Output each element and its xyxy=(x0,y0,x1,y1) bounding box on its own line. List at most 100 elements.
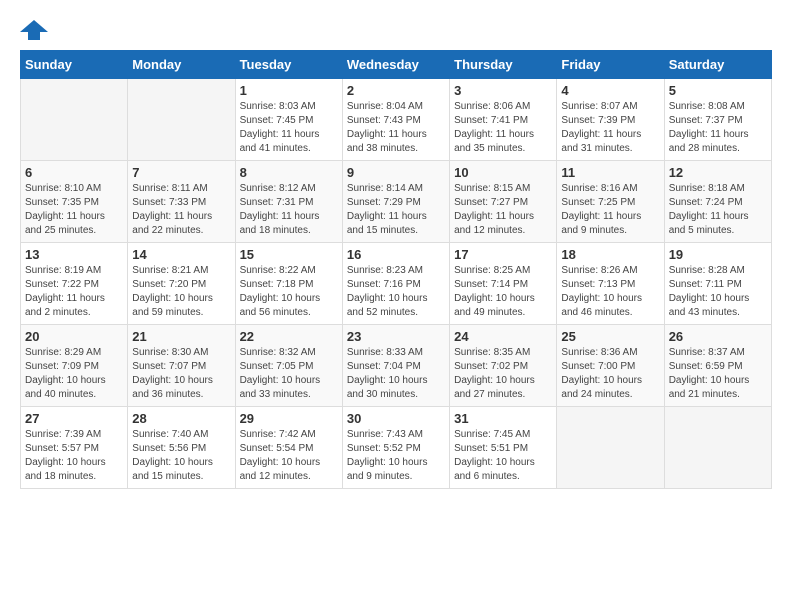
day-number: 2 xyxy=(347,83,445,98)
calendar-cell: 23Sunrise: 8:33 AM Sunset: 7:04 PM Dayli… xyxy=(342,325,449,407)
day-info: Sunrise: 7:40 AM Sunset: 5:56 PM Dayligh… xyxy=(132,428,230,484)
calendar-cell: 10 Sunrise: 8:15 AM Sunset: 7:27 PM Dayli… xyxy=(450,161,557,243)
day-number: 11 xyxy=(561,165,659,180)
calendar-cell: 27Sunrise: 7:39 AM Sunset: 5:57 PM Dayli… xyxy=(21,407,128,489)
calendar-cell: 25Sunrise: 8:36 AM Sunset: 7:00 PM Dayli… xyxy=(557,325,664,407)
calendar-week-row: 20 Sunrise: 8:29 AM Sunset: 7:09 PM Dayli… xyxy=(21,325,772,407)
calendar-cell: 22Sunrise: 8:32 AM Sunset: 7:05 PM Dayli… xyxy=(235,325,342,407)
day-number: 31 xyxy=(454,411,552,426)
calendar-cell: 8Sunrise: 8:12 AM Sunset: 7:31 PM Daylig… xyxy=(235,161,342,243)
weekday-header: Monday xyxy=(128,51,235,79)
day-info: Sunrise: 8:12 AM Sunset: 7:31 PM Dayligh… xyxy=(240,182,338,238)
day-number: 25 xyxy=(561,329,659,344)
day-info: Sunrise: 8:08 AM Sunset: 7:37 PM Dayligh… xyxy=(669,100,767,156)
weekday-header: Thursday xyxy=(450,51,557,79)
day-number: 4 xyxy=(561,83,659,98)
day-number: 13 xyxy=(25,247,123,262)
day-info: Sunrise: 7:45 AM Sunset: 5:51 PM Dayligh… xyxy=(454,428,552,484)
calendar-cell: 19 Sunrise: 8:28 AM Sunset: 7:11 PM Dayli… xyxy=(664,243,771,325)
day-info: Sunrise: 8:28 AM Sunset: 7:11 PM Dayligh… xyxy=(669,264,767,320)
calendar-cell: 11 Sunrise: 8:16 AM Sunset: 7:25 PM Dayli… xyxy=(557,161,664,243)
day-info: Sunrise: 8:37 AM Sunset: 6:59 PM Dayligh… xyxy=(669,346,767,402)
calendar-cell: 29 Sunrise: 7:42 AM Sunset: 5:54 PM Dayli… xyxy=(235,407,342,489)
calendar-cell: 18Sunrise: 8:26 AM Sunset: 7:13 PM Dayli… xyxy=(557,243,664,325)
day-number: 19 xyxy=(669,247,767,262)
calendar-cell: 9Sunrise: 8:14 AM Sunset: 7:29 PM Daylig… xyxy=(342,161,449,243)
day-info: Sunrise: 8:11 AM Sunset: 7:33 PM Dayligh… xyxy=(132,182,230,238)
calendar-cell xyxy=(557,407,664,489)
day-info: Sunrise: 8:29 AM Sunset: 7:09 PM Dayligh… xyxy=(25,346,123,402)
calendar-cell xyxy=(128,79,235,161)
calendar-cell: 15Sunrise: 8:22 AM Sunset: 7:18 PM Dayli… xyxy=(235,243,342,325)
calendar-table: SundayMondayTuesdayWednesdayThursdayFrid… xyxy=(20,50,772,489)
weekday-header: Tuesday xyxy=(235,51,342,79)
calendar-cell: 13 Sunrise: 8:19 AM Sunset: 7:22 PM Dayli… xyxy=(21,243,128,325)
calendar-cell: 28 Sunrise: 7:40 AM Sunset: 5:56 PM Dayli… xyxy=(128,407,235,489)
day-number: 17 xyxy=(454,247,552,262)
calendar-cell: 24 Sunrise: 8:35 AM Sunset: 7:02 PM Dayli… xyxy=(450,325,557,407)
day-number: 10 xyxy=(454,165,552,180)
day-info: Sunrise: 7:43 AM Sunset: 5:52 PM Dayligh… xyxy=(347,428,445,484)
logo xyxy=(20,20,52,40)
calendar-cell: 31 Sunrise: 7:45 AM Sunset: 5:51 PM Dayli… xyxy=(450,407,557,489)
calendar-week-row: 6 Sunrise: 8:10 AM Sunset: 7:35 PM Daylig… xyxy=(21,161,772,243)
day-info: Sunrise: 8:07 AM Sunset: 7:39 PM Dayligh… xyxy=(561,100,659,156)
day-number: 30 xyxy=(347,411,445,426)
day-number: 28 xyxy=(132,411,230,426)
day-number: 15 xyxy=(240,247,338,262)
calendar-cell xyxy=(664,407,771,489)
calendar-cell: 4 Sunrise: 8:07 AM Sunset: 7:39 PM Daylig… xyxy=(557,79,664,161)
calendar-cell xyxy=(21,79,128,161)
calendar-cell: 12 Sunrise: 8:18 AM Sunset: 7:24 PM Dayli… xyxy=(664,161,771,243)
day-info: Sunrise: 8:16 AM Sunset: 7:25 PM Dayligh… xyxy=(561,182,659,238)
calendar-cell: 5 Sunrise: 8:08 AM Sunset: 7:37 PM Daylig… xyxy=(664,79,771,161)
day-number: 26 xyxy=(669,329,767,344)
calendar-cell: 3 Sunrise: 8:06 AM Sunset: 7:41 PM Daylig… xyxy=(450,79,557,161)
day-info: Sunrise: 8:15 AM Sunset: 7:27 PM Dayligh… xyxy=(454,182,552,238)
day-number: 6 xyxy=(25,165,123,180)
day-info: Sunrise: 8:25 AM Sunset: 7:14 PM Dayligh… xyxy=(454,264,552,320)
calendar-cell: 17 Sunrise: 8:25 AM Sunset: 7:14 PM Dayli… xyxy=(450,243,557,325)
day-info: Sunrise: 7:42 AM Sunset: 5:54 PM Dayligh… xyxy=(240,428,338,484)
day-info: Sunrise: 8:19 AM Sunset: 7:22 PM Dayligh… xyxy=(25,264,123,320)
day-info: Sunrise: 8:10 AM Sunset: 7:35 PM Dayligh… xyxy=(25,182,123,238)
calendar-week-row: 13 Sunrise: 8:19 AM Sunset: 7:22 PM Dayli… xyxy=(21,243,772,325)
day-number: 29 xyxy=(240,411,338,426)
calendar-cell: 21Sunrise: 8:30 AM Sunset: 7:07 PM Dayli… xyxy=(128,325,235,407)
day-number: 21 xyxy=(132,329,230,344)
logo-icon xyxy=(20,20,48,40)
day-info: Sunrise: 8:06 AM Sunset: 7:41 PM Dayligh… xyxy=(454,100,552,156)
calendar-cell: 2 Sunrise: 8:04 AM Sunset: 7:43 PM Daylig… xyxy=(342,79,449,161)
day-number: 24 xyxy=(454,329,552,344)
day-info: Sunrise: 8:14 AM Sunset: 7:29 PM Dayligh… xyxy=(347,182,445,238)
calendar-cell: 16Sunrise: 8:23 AM Sunset: 7:16 PM Dayli… xyxy=(342,243,449,325)
day-number: 7 xyxy=(132,165,230,180)
day-info: Sunrise: 8:33 AM Sunset: 7:04 PM Dayligh… xyxy=(347,346,445,402)
weekday-header: Friday xyxy=(557,51,664,79)
day-number: 3 xyxy=(454,83,552,98)
calendar-cell: 14 Sunrise: 8:21 AM Sunset: 7:20 PM Dayli… xyxy=(128,243,235,325)
weekday-header: Sunday xyxy=(21,51,128,79)
day-number: 12 xyxy=(669,165,767,180)
day-info: Sunrise: 8:18 AM Sunset: 7:24 PM Dayligh… xyxy=(669,182,767,238)
page-header xyxy=(20,20,772,40)
calendar-cell: 1 Sunrise: 8:03 AM Sunset: 7:45 PM Daylig… xyxy=(235,79,342,161)
weekday-header: Saturday xyxy=(664,51,771,79)
day-info: Sunrise: 8:35 AM Sunset: 7:02 PM Dayligh… xyxy=(454,346,552,402)
calendar-cell: 20 Sunrise: 8:29 AM Sunset: 7:09 PM Dayli… xyxy=(21,325,128,407)
day-info: Sunrise: 8:03 AM Sunset: 7:45 PM Dayligh… xyxy=(240,100,338,156)
day-info: Sunrise: 7:39 AM Sunset: 5:57 PM Dayligh… xyxy=(25,428,123,484)
day-number: 5 xyxy=(669,83,767,98)
day-number: 14 xyxy=(132,247,230,262)
day-info: Sunrise: 8:04 AM Sunset: 7:43 PM Dayligh… xyxy=(347,100,445,156)
calendar-cell: 7 Sunrise: 8:11 AM Sunset: 7:33 PM Daylig… xyxy=(128,161,235,243)
calendar-cell: 6 Sunrise: 8:10 AM Sunset: 7:35 PM Daylig… xyxy=(21,161,128,243)
calendar-week-row: 1 Sunrise: 8:03 AM Sunset: 7:45 PM Daylig… xyxy=(21,79,772,161)
day-number: 16 xyxy=(347,247,445,262)
day-info: Sunrise: 8:21 AM Sunset: 7:20 PM Dayligh… xyxy=(132,264,230,320)
day-number: 20 xyxy=(25,329,123,344)
calendar-header: SundayMondayTuesdayWednesdayThursdayFrid… xyxy=(21,51,772,79)
calendar-cell: 26 Sunrise: 8:37 AM Sunset: 6:59 PM Dayli… xyxy=(664,325,771,407)
day-number: 1 xyxy=(240,83,338,98)
calendar-cell: 30 Sunrise: 7:43 AM Sunset: 5:52 PM Dayli… xyxy=(342,407,449,489)
